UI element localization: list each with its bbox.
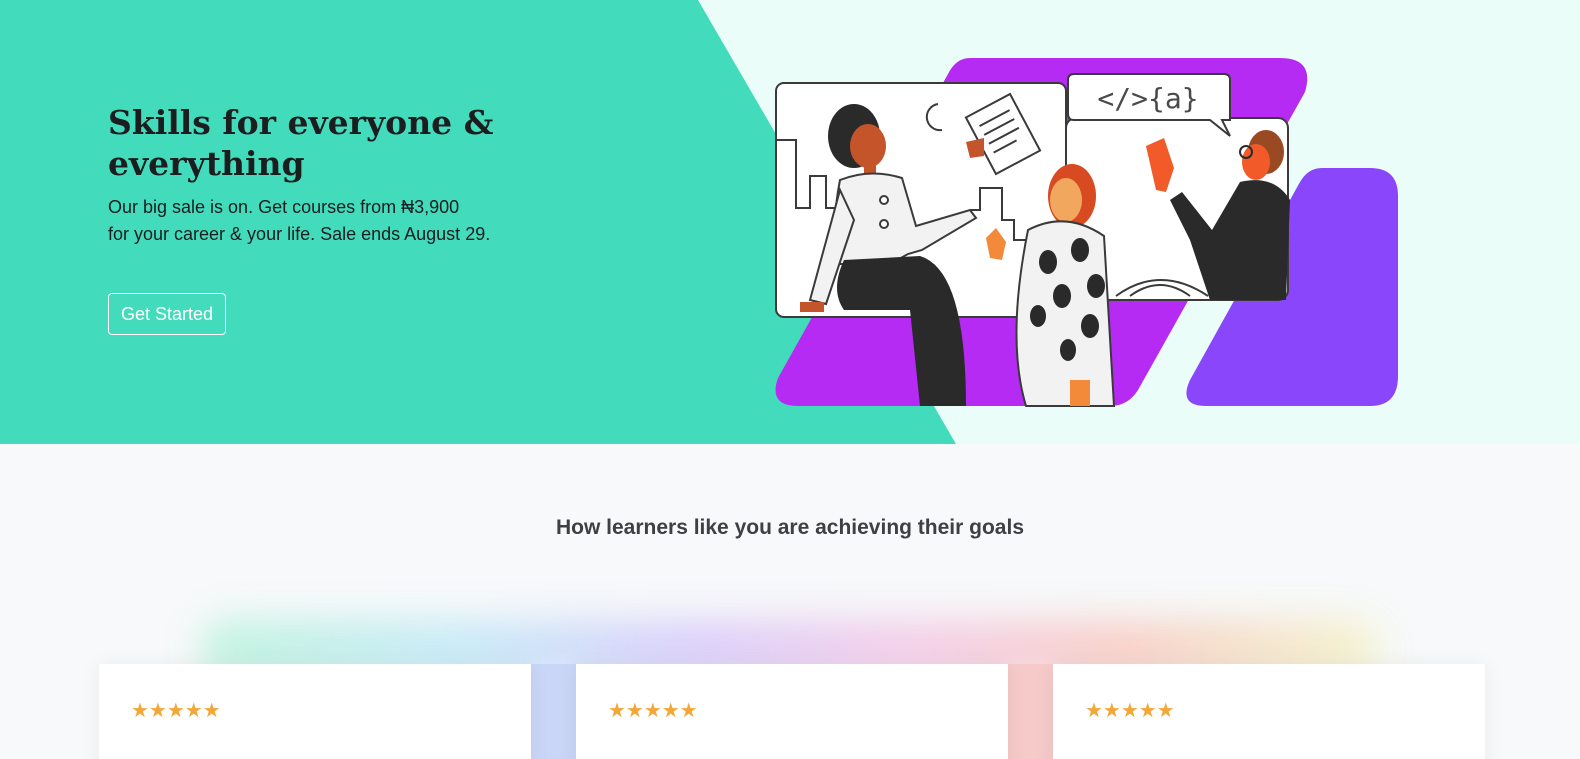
star-rating: ★★★★★ (1085, 698, 1175, 722)
testimonial-card: ★★★★★ (1053, 664, 1485, 759)
section-heading: How learners like you are achieving thei… (555, 516, 1024, 539)
hero-copy: Skills for everyone & everything Our big… (108, 102, 628, 248)
hero-subtitle: Our big sale is on. Get courses from ₦3,… (108, 194, 528, 248)
star-rating: ★★★★★ (608, 698, 698, 722)
code-bubble-text: </>{a} (1097, 82, 1198, 115)
star-rating: ★★★★★ (131, 698, 221, 722)
hero-subtitle-line-2: for your career & your life. Sale ends A… (108, 224, 491, 244)
testimonial-card: ★★★★★ (99, 664, 531, 759)
hero-subtitle-line-1: Our big sale is on. Get courses from ₦3,… (108, 197, 460, 217)
get-started-button[interactable]: Get Started (108, 293, 226, 335)
hero-illustration: </>{a} (775, 58, 1398, 407)
gradient-strip-pink (1007, 664, 1053, 759)
gradient-strip-blue (530, 664, 576, 759)
hero-banner: Skills for everyone & everything Our big… (0, 0, 1580, 444)
testimonial-card: ★★★★★ (576, 664, 1008, 759)
hero-title: Skills for everyone & everything (108, 103, 494, 183)
